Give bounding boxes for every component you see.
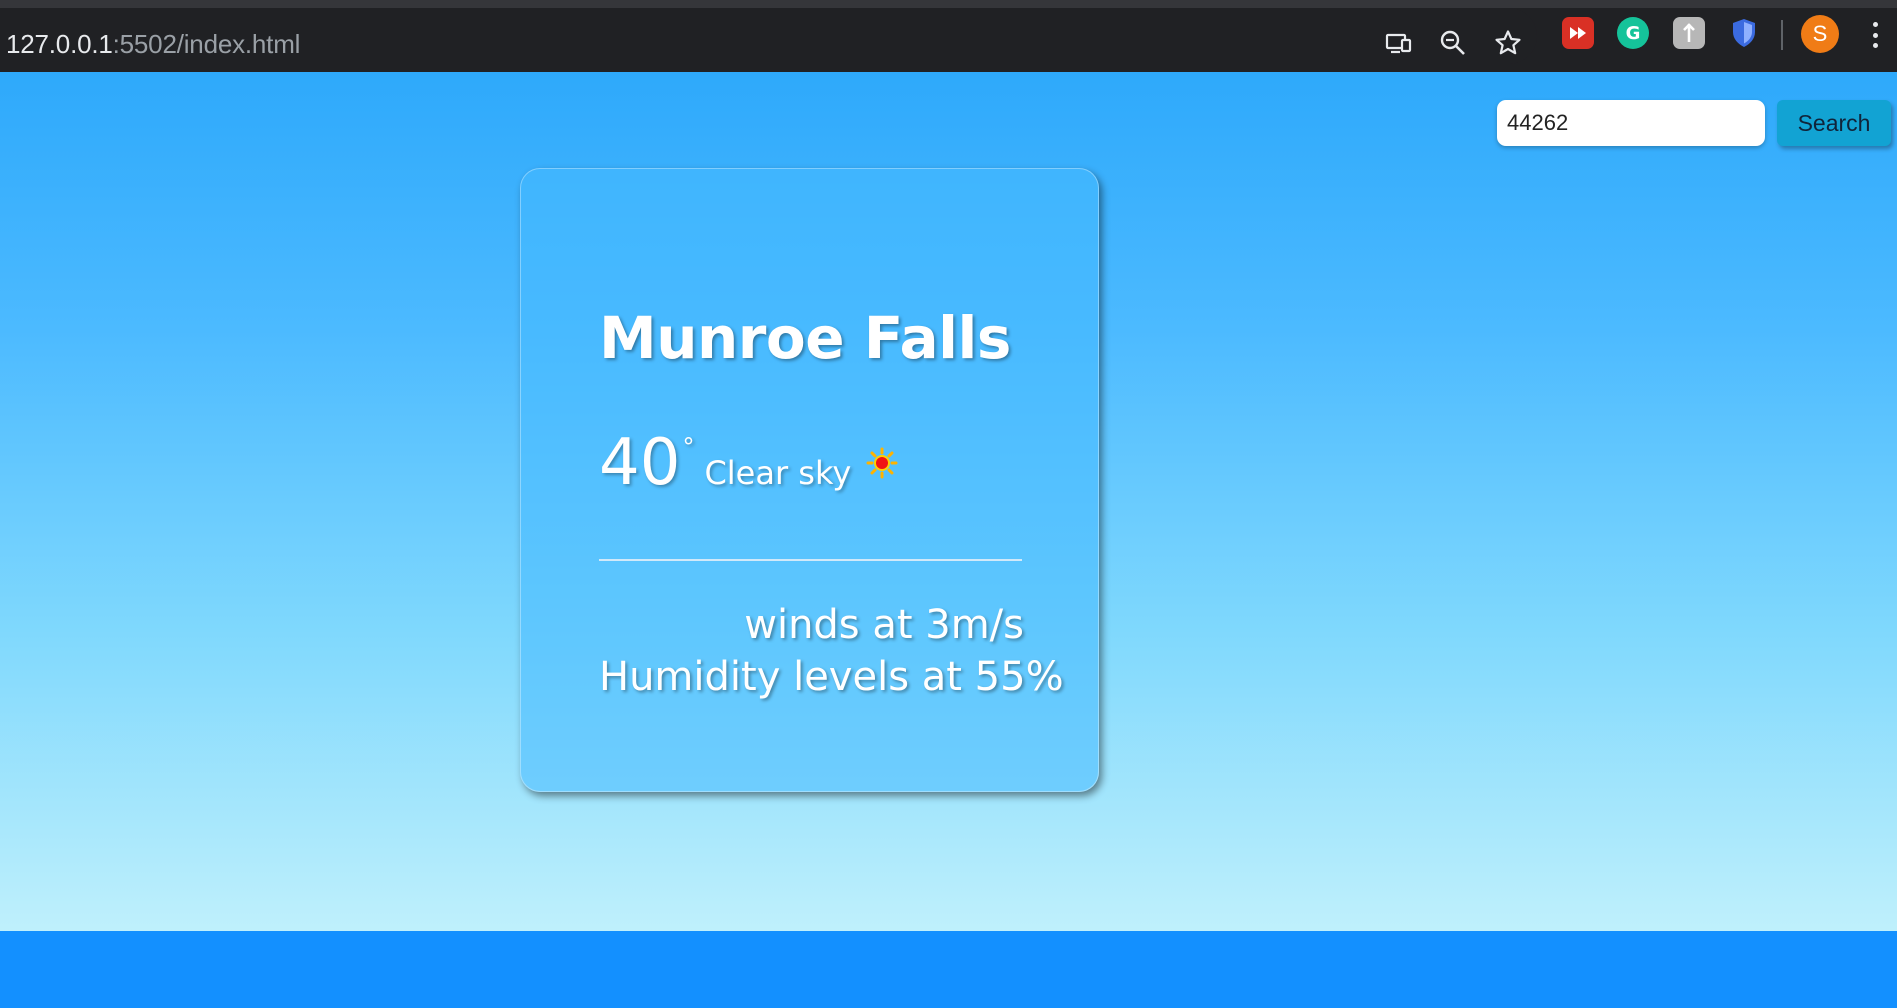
url-text[interactable]: 127.0.0.1:5502/index.html bbox=[6, 29, 300, 60]
weather-card: Munroe Falls 40 ° Clear sky winds at 3m/… bbox=[520, 168, 1099, 792]
shield-extension-icon[interactable] bbox=[1728, 17, 1760, 49]
search-input[interactable] bbox=[1497, 100, 1765, 146]
sun-icon bbox=[866, 447, 898, 479]
bookmark-star-icon[interactable] bbox=[1491, 26, 1525, 60]
weather-description: Clear sky bbox=[704, 454, 852, 492]
degree-symbol: ° bbox=[682, 433, 695, 461]
bottom-strip bbox=[0, 931, 1897, 1008]
weather-details: winds at 3m/s Humidity levels at 55% bbox=[599, 599, 1064, 703]
profile-avatar[interactable]: S bbox=[1801, 15, 1839, 53]
tab-strip-edge bbox=[0, 0, 1897, 8]
gray-extension-icon[interactable] bbox=[1673, 17, 1705, 49]
city-name: Munroe Falls bbox=[599, 304, 1011, 372]
humidity-text: Humidity levels at 55% bbox=[599, 654, 1064, 700]
grammarly-extension-icon[interactable]: G bbox=[1617, 17, 1649, 49]
toolbar-divider bbox=[1781, 20, 1783, 50]
search-button[interactable]: Search bbox=[1777, 100, 1891, 146]
red-extension-icon[interactable] bbox=[1562, 17, 1594, 49]
address-bar[interactable]: 127.0.0.1:5502/index.html bbox=[0, 8, 1537, 64]
temperature-value: 40 bbox=[599, 426, 681, 500]
temperature-row: 40 ° Clear sky bbox=[599, 431, 851, 495]
card-divider bbox=[599, 559, 1022, 561]
wind-text: winds at 3m/s bbox=[744, 602, 1024, 648]
browser-toolbar: 127.0.0.1:5502/index.html G S bbox=[0, 0, 1897, 72]
url-host: 127.0.0.1 bbox=[6, 29, 113, 59]
zoom-icon[interactable] bbox=[1436, 26, 1470, 60]
url-path: :5502/index.html bbox=[112, 29, 301, 59]
cast-device-icon[interactable] bbox=[1382, 26, 1416, 60]
browser-menu-icon[interactable] bbox=[1868, 18, 1882, 52]
